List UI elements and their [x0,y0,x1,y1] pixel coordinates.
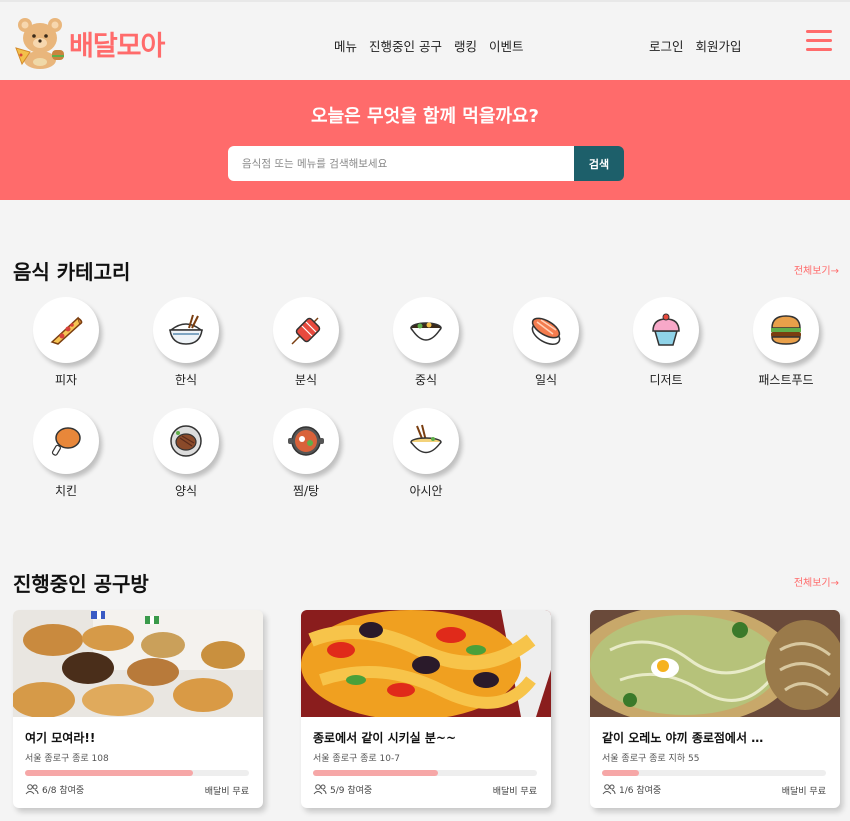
card-address: 서울 종로구 종로 지하 55 [602,754,700,764]
category-snack[interactable]: 분식 [271,297,341,388]
card-participants: 6/8 참여중 [25,783,84,796]
steak-icon [170,425,202,457]
category-pizza[interactable]: 피자 [31,297,101,388]
category-western[interactable]: 양식 [151,408,221,499]
hamburger-menu-icon[interactable] [806,30,832,52]
group-section-title: 진행중인 공구방 [13,572,149,596]
brand-name[interactable]: 배달모아 [69,24,165,63]
category-label: 한식 [174,373,198,387]
category-dessert[interactable]: 디저트 [631,297,701,388]
category-asian[interactable]: 아시안 [391,408,461,499]
nav-ranking[interactable]: 랭킹 [454,36,477,55]
main-nav: 메뉴 진행중인 공구 랭킹 이벤트 [334,36,524,55]
participation-progress-bar [602,770,826,776]
group-card[interactable]: 같이 오레노 야끼 종로점에서 … 서울 종로구 종로 지하 55 1/6 참여… [590,610,840,808]
category-label: 디저트 [649,373,683,387]
auth-links: 로그인 회원가입 [649,36,742,55]
card-participants: 5/9 참여중 [313,783,372,796]
delivery-fee: 배달비 무료 [492,787,537,797]
delivery-fee: 배달비 무료 [204,787,249,797]
stir-fry-photo [301,610,551,717]
noodle-bowl-icon [410,322,442,341]
cupcake-icon [652,313,680,346]
participants-text: 1/6 참여중 [619,786,662,796]
category-see-all-link[interactable]: 전체보기→ [794,262,839,277]
teddy-bear-food-icon[interactable] [12,12,68,70]
nav-events[interactable]: 이벤트 [489,36,524,55]
fried-chicken-icon [51,427,81,456]
search-input[interactable] [228,146,574,181]
people-icon [313,784,327,795]
participants-text: 5/9 참여중 [330,786,373,796]
nav-group-buys[interactable]: 진행중인 공구 [369,36,442,55]
category-label: 양식 [174,484,198,498]
pizza-icon [50,316,83,345]
participation-progress-bar [313,770,537,776]
group-see-all-link[interactable]: 전체보기→ [794,574,839,589]
search-bar: 검색 [228,146,624,181]
category-label: 치킨 [54,484,78,498]
category-label: 찜/탕 [292,484,320,498]
okonomiyaki-photo [590,610,840,717]
category-fastfood[interactable]: 패스트푸드 [751,297,821,388]
card-title: 같이 오레노 야끼 종로점에서 … [602,731,764,745]
hero-banner: 오늘은 무엇을 함께 먹을까요? 검색 [0,80,850,200]
category-label: 분식 [294,373,318,387]
category-korean[interactable]: 한식 [151,297,221,388]
card-title: 여기 모여라!! [25,731,96,745]
nav-menu[interactable]: 메뉴 [334,36,357,55]
sushi-icon [531,317,561,345]
progress-fill [313,770,438,776]
card-address: 서울 종로구 종로 10-7 [313,754,400,764]
category-chinese[interactable]: 중식 [391,297,461,388]
group-card[interactable]: 여기 모여라!! 서울 종로구 종로 108 6/8 참여중 배달비 무료 [13,610,263,808]
category-stew[interactable]: 찜/탕 [271,408,341,499]
card-address: 서울 종로구 종로 108 [25,754,109,764]
category-section-title: 음식 카테고리 [13,260,131,284]
category-label: 일식 [534,373,558,387]
search-button[interactable]: 검색 [574,146,624,181]
burger-icon [771,315,801,345]
group-card[interactable]: 종로에서 같이 시키실 분~~ 서울 종로구 종로 10-7 5/9 참여중 배… [301,610,551,808]
signup-link[interactable]: 회원가입 [696,36,742,55]
login-link[interactable]: 로그인 [649,36,684,55]
asian-noodles-icon [410,424,442,454]
card-title: 종로에서 같이 시키실 분~~ [313,731,457,745]
participants-text: 6/8 참여중 [42,786,85,796]
hot-pot-icon [288,426,324,456]
site-header: 배달모아 메뉴 진행중인 공구 랭킹 이벤트 로그인 회원가입 [0,0,850,80]
progress-fill [602,770,640,776]
delivery-fee: 배달비 무료 [781,787,826,797]
participation-progress-bar [25,770,249,776]
tteokbokki-skewer-icon [291,317,321,345]
people-icon [602,784,616,795]
progress-fill [25,770,193,776]
category-label: 중식 [414,373,438,387]
bread-photo [13,610,263,717]
category-label: 패스트푸드 [758,373,814,387]
card-participants: 1/6 참여중 [602,783,661,796]
category-chicken[interactable]: 치킨 [31,408,101,499]
category-label: 아시안 [409,484,443,498]
people-icon [25,784,39,795]
hero-title: 오늘은 무엇을 함께 먹을까요? [311,106,539,127]
rice-bowl-icon [168,314,204,345]
category-label: 피자 [54,373,78,387]
category-japanese[interactable]: 일식 [511,297,581,388]
